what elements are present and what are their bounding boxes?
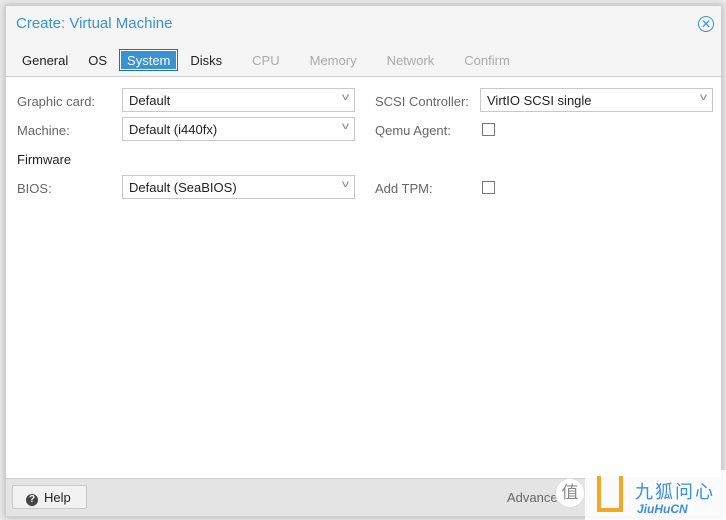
scsi-controller-select[interactable]: VirtIO SCSI single v	[480, 88, 713, 112]
graphic-card-value: Default	[129, 93, 171, 108]
tab-confirm: Confirm	[464, 53, 510, 68]
tab-os[interactable]: OS	[80, 49, 115, 71]
qemu-agent-checkbox[interactable]	[482, 123, 495, 136]
add-tpm-checkbox[interactable]	[482, 181, 495, 194]
close-icon[interactable]: ✕	[698, 16, 714, 32]
tab-network: Network	[386, 53, 435, 68]
scsi-controller-label: SCSI Controller:	[375, 94, 469, 109]
help-button[interactable]: ? Help	[12, 485, 87, 509]
tab-general[interactable]: General	[14, 49, 76, 71]
machine-value: Default (i440fx)	[129, 122, 218, 137]
create-vm-dialog: Create: Virtual Machine ✕ General OS Sys…	[5, 5, 722, 517]
tab-system[interactable]: System	[119, 49, 179, 71]
fox-logo-icon	[597, 476, 623, 512]
watermark-logo: 九狐问心 JiuHuCN	[585, 470, 726, 520]
watermark-brand-en: JiuHuCN	[637, 502, 688, 516]
bios-select[interactable]: Default (SeaBIOS) v	[122, 175, 355, 199]
chevron-down-icon: v	[342, 179, 349, 190]
bios-value: Default (SeaBIOS)	[129, 180, 237, 195]
help-icon: ?	[26, 494, 38, 506]
watermark-seal-logo: 值	[555, 478, 585, 508]
watermark-brand-cn: 九狐问心	[635, 482, 715, 502]
chevron-down-icon: v	[342, 92, 349, 103]
wizard-tabs: General OS System Disks CPU Memory Netwo…	[14, 49, 522, 71]
form-panel: Graphic card: Default v Machine: Default …	[6, 76, 721, 478]
machine-label: Machine:	[17, 123, 70, 138]
chevron-down-icon: v	[342, 121, 349, 132]
firmware-heading: Firmware	[17, 152, 72, 167]
advanced-label[interactable]: Advance	[507, 490, 558, 505]
dialog-title: Create: Virtual Machine	[16, 15, 173, 32]
tab-cpu: CPU	[252, 53, 280, 68]
qemu-agent-label: Qemu Agent:	[375, 123, 451, 138]
scsi-controller-value: VirtIO SCSI single	[487, 93, 592, 108]
help-label: Help	[44, 490, 71, 505]
graphic-card-select[interactable]: Default v	[122, 88, 355, 112]
bios-label: BIOS:	[17, 181, 52, 196]
graphic-card-label: Graphic card:	[17, 94, 96, 109]
tab-memory: Memory	[309, 53, 357, 68]
chevron-down-icon: v	[700, 92, 707, 103]
tab-disks[interactable]: Disks	[182, 49, 230, 71]
machine-select[interactable]: Default (i440fx) v	[122, 117, 355, 141]
add-tpm-label: Add TPM:	[375, 181, 433, 196]
